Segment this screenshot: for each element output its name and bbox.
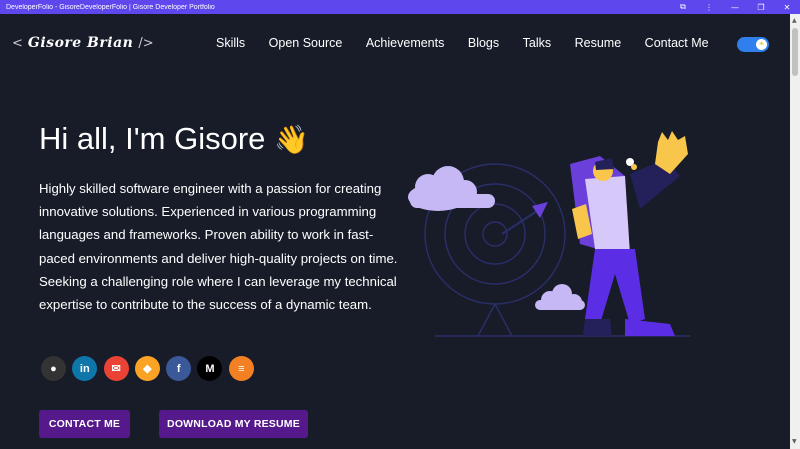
linkedin-icon[interactable]: in (72, 356, 98, 381)
cloud-icon (408, 166, 495, 211)
logo-signature: Gisore Brian (27, 35, 134, 51)
download-resume-button[interactable]: DOWNLOAD MY RESUME (159, 410, 308, 438)
contact-me-button[interactable]: CONTACT ME (39, 410, 130, 438)
extensions-icon[interactable]: ⧉ (670, 0, 696, 14)
close-button[interactable]: ✕ (774, 0, 800, 14)
menu-icon[interactable]: ⋮ (696, 0, 722, 14)
vertical-scrollbar[interactable]: ▲ ▼ (790, 14, 800, 449)
restore-button[interactable]: ❐ (748, 0, 774, 14)
theme-toggle[interactable]: ☀ (737, 37, 769, 52)
nav-open-source[interactable]: Open Source (269, 36, 343, 50)
nav-contact-me[interactable]: Contact Me (645, 36, 709, 50)
wave-icon: 👋 (274, 124, 309, 155)
window-title: DeveloperFolio - GisoreDeveloperFolio | … (6, 3, 215, 11)
nav-talks[interactable]: Talks (523, 36, 551, 50)
nav-achievements[interactable]: Achievements (366, 36, 445, 50)
logo-open-bracket: < (12, 35, 23, 51)
developer-illustration (408, 131, 690, 337)
stackoverflow-icon[interactable]: ≡ (228, 356, 254, 381)
social-links: ● in ✉ ◆ f M ≡ (41, 356, 260, 381)
medium-icon[interactable]: M (197, 356, 223, 381)
scroll-up-icon[interactable]: ▲ (792, 17, 797, 24)
window-titlebar: DeveloperFolio - GisoreDeveloperFolio | … (0, 0, 800, 14)
page-content: < Gisore Brian /> Skills Open Source Ach… (0, 14, 790, 449)
gitlab-icon[interactable]: ◆ (134, 356, 160, 381)
site-logo[interactable]: < Gisore Brian /> (12, 32, 154, 54)
person-figure (570, 131, 688, 336)
sun-icon: ☀ (756, 39, 767, 50)
hero-description: Highly skilled software engineer with a … (39, 181, 398, 313)
scroll-down-icon[interactable]: ▼ (792, 438, 797, 445)
nav-skills[interactable]: Skills (216, 36, 245, 50)
nav-resume[interactable]: Resume (575, 36, 622, 50)
github-icon[interactable]: ● (41, 356, 66, 381)
scrollbar-thumb[interactable] (792, 28, 798, 76)
small-cloud-icon (535, 284, 585, 310)
main-nav: Skills Open Source Achievements Blogs Ta… (216, 36, 732, 50)
hero-greeting: Hi all, I'm Gisore 👋 (39, 121, 309, 157)
logo-close-bracket: /> (138, 35, 154, 51)
email-icon[interactable]: ✉ (103, 356, 129, 381)
facebook-icon[interactable]: f (166, 356, 192, 381)
greeting-text: Hi all, I'm Gisore (39, 121, 266, 156)
minimize-button[interactable]: — (722, 0, 748, 14)
nav-blogs[interactable]: Blogs (468, 36, 499, 50)
